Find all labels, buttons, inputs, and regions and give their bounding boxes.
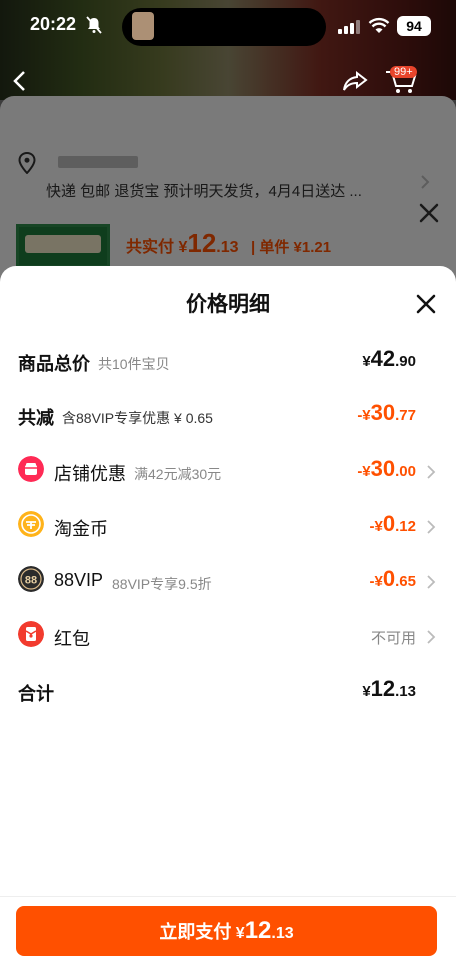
- row-amount: -¥0.12: [369, 511, 416, 536]
- row-amount: -¥0.65: [369, 566, 416, 591]
- bell-muted-icon: [86, 16, 102, 34]
- row-taojinbi[interactable]: 淘金币 -¥0.12: [18, 511, 438, 543]
- wifi-icon: [368, 17, 390, 33]
- row-label: 淘金币: [54, 519, 108, 539]
- signal-icon: [338, 20, 360, 34]
- row-88vip[interactable]: 88 88VIP 88VIP专享9.5折 -¥0.65: [18, 566, 438, 598]
- row-label: 88VIP: [54, 570, 104, 590]
- row-status: 不可用: [370, 630, 416, 647]
- row-sum: 合计 ¥12.13: [18, 676, 438, 708]
- row-sub: 含88VIP专享优惠 ¥ 0.65: [62, 410, 213, 426]
- cart-badge: 99+: [390, 66, 417, 78]
- chevron-right-icon: [427, 465, 436, 479]
- row-store-discount[interactable]: 店铺优惠 满42元减30元 -¥30.00: [18, 456, 438, 488]
- row-sub: 共10件宝贝: [98, 356, 170, 372]
- taojinbi-coin-icon: [18, 511, 44, 537]
- chevron-right-icon: [427, 520, 436, 534]
- status-time: 20:22: [30, 14, 77, 34]
- svg-text:88: 88: [25, 575, 37, 587]
- vip88-icon: 88: [18, 566, 44, 592]
- share-icon[interactable]: [342, 70, 368, 92]
- back-arrow-icon[interactable]: [12, 70, 28, 92]
- product-thumbnail: [16, 224, 110, 268]
- row-amount: -¥30.77: [357, 400, 416, 425]
- store-coupon-icon: [18, 456, 44, 482]
- unit-price: | 单件 ¥1.21: [251, 239, 332, 256]
- chevron-right-icon: [427, 575, 436, 589]
- sku-sheet-close-icon[interactable]: [416, 200, 442, 226]
- chevron-right-icon: [421, 175, 430, 189]
- battery-indicator: 94: [397, 16, 431, 36]
- row-label: 共减: [18, 408, 54, 428]
- row-amount: ¥12.13: [362, 676, 416, 701]
- row-amount: ¥42.90: [362, 346, 416, 371]
- row-amount: -¥30.00: [357, 456, 416, 481]
- shipping-info: 快递 包邮 退货宝 预计明天发货，4月4日送达 ...: [46, 183, 362, 200]
- summary-price: 共实付 ¥12.13 | 单件 ¥1.21: [126, 228, 332, 258]
- address-row[interactable]: 快递 包邮 退货宝 预计明天发货，4月4日送达 ...: [18, 150, 438, 200]
- chevron-right-icon: [427, 630, 436, 644]
- row-red-packet[interactable]: 红包 不可用: [18, 621, 438, 653]
- dynamic-island: [122, 8, 326, 46]
- divider: [0, 896, 456, 897]
- address-text-blurred: [58, 156, 138, 168]
- location-pin-icon: [18, 152, 36, 174]
- row-label: 合计: [18, 684, 54, 704]
- status-bar: 20:22 94: [0, 0, 456, 52]
- close-icon[interactable]: [414, 292, 438, 316]
- price-detail-sheet: 价格明细 商品总价 共10件宝贝 ¥42.90 共减 含88VIP专享优惠 ¥ …: [0, 266, 456, 963]
- row-label: 店铺优惠: [54, 464, 126, 484]
- red-packet-icon: [18, 621, 44, 647]
- row-total-price: 商品总价 共10件宝贝 ¥42.90: [18, 346, 438, 378]
- sheet-title: 价格明细: [186, 293, 270, 316]
- pay-now-button[interactable]: 立即支付 ¥12.13: [16, 906, 437, 956]
- row-label: 红包: [54, 629, 90, 649]
- row-sub: 满42元减30元: [134, 466, 222, 482]
- row-sub: 88VIP专享9.5折: [112, 576, 212, 592]
- row-label: 商品总价: [18, 354, 90, 374]
- row-reduced: 共减 含88VIP专享优惠 ¥ 0.65 -¥30.77: [18, 400, 438, 432]
